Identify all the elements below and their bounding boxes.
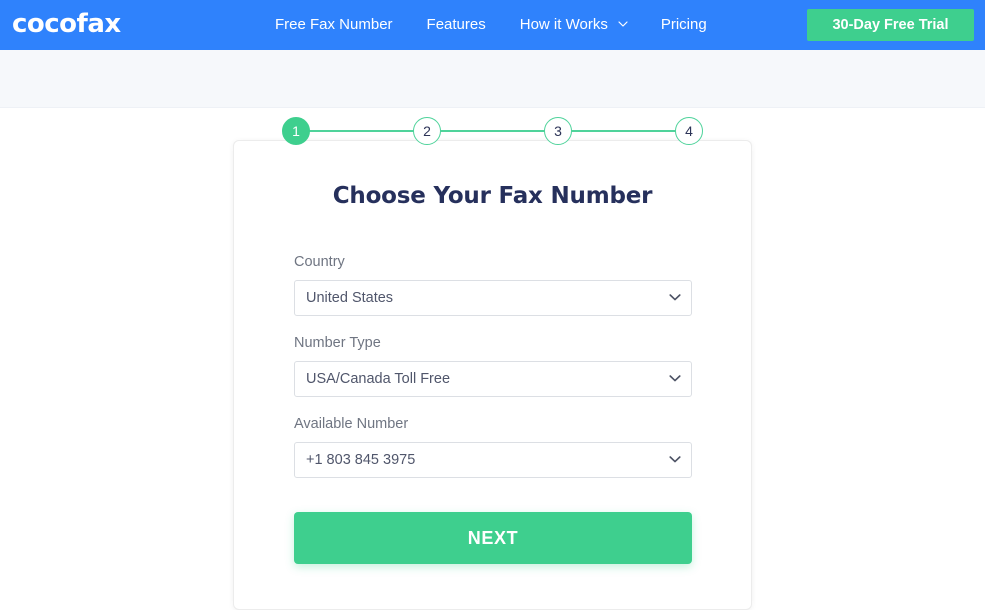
site-header: cocofax Free Fax Number Features How it … — [0, 0, 985, 50]
country-select[interactable]: United States — [294, 280, 692, 316]
number-type-select[interactable]: USA/Canada Toll Free — [294, 361, 692, 397]
field-available-number: Available Number +1 803 845 3975 — [294, 415, 692, 478]
page-body: Choose Your Fax Number Country United St… — [0, 108, 985, 610]
step-number: 2 — [423, 123, 431, 139]
number-type-select-wrapper: USA/Canada Toll Free — [294, 361, 692, 397]
nav-label: Free Fax Number — [275, 16, 393, 33]
field-label-number-type: Number Type — [294, 335, 381, 351]
fax-number-form: Country United States Number Type USA/Ca… — [294, 253, 692, 496]
step-connector-1-2 — [309, 130, 414, 132]
nav-item-free-fax-number[interactable]: Free Fax Number — [258, 15, 410, 35]
step-indicator-3[interactable]: 3 — [544, 117, 572, 145]
nav-label: Pricing — [660, 16, 707, 33]
step-number: 3 — [554, 123, 562, 139]
nav-item-pricing[interactable]: Pricing — [644, 15, 724, 35]
available-number-select-wrapper: +1 803 845 3975 — [294, 442, 692, 478]
progress-stepper-band: 1 2 3 4 — [0, 50, 985, 145]
step-number: 4 — [685, 123, 693, 139]
step-indicator-4[interactable]: 4 — [675, 117, 703, 145]
cocofax-logo[interactable]: cocofax — [12, 9, 121, 39]
step-indicator-2[interactable]: 2 — [413, 117, 441, 145]
field-number-type: Number Type USA/Canada Toll Free — [294, 334, 692, 397]
field-label-country: Country — [294, 254, 345, 270]
step-number: 1 — [292, 123, 300, 139]
step-connector-3-4 — [571, 130, 676, 132]
country-select-wrapper: United States — [294, 280, 692, 316]
free-trial-button[interactable]: 30-Day Free Trial — [807, 9, 974, 41]
nav-label: How it Works — [519, 16, 608, 33]
field-label-available-number: Available Number — [294, 416, 409, 432]
available-number-select[interactable]: +1 803 845 3975 — [294, 442, 692, 478]
step-indicator-1[interactable]: 1 — [282, 117, 310, 145]
primary-navigation: Free Fax Number Features How it Works Pr… — [258, 0, 724, 50]
fax-number-card: Choose Your Fax Number Country United St… — [233, 140, 752, 610]
nav-item-how-it-works[interactable]: How it Works — [503, 15, 644, 35]
step-connector-2-3 — [440, 130, 545, 132]
next-button[interactable]: NEXT — [294, 512, 692, 564]
field-country: Country United States — [294, 253, 692, 316]
chevron-down-icon — [618, 19, 628, 28]
page-title: Choose Your Fax Number — [332, 183, 653, 209]
nav-item-features[interactable]: Features — [410, 15, 503, 35]
nav-label: Features — [426, 16, 486, 33]
